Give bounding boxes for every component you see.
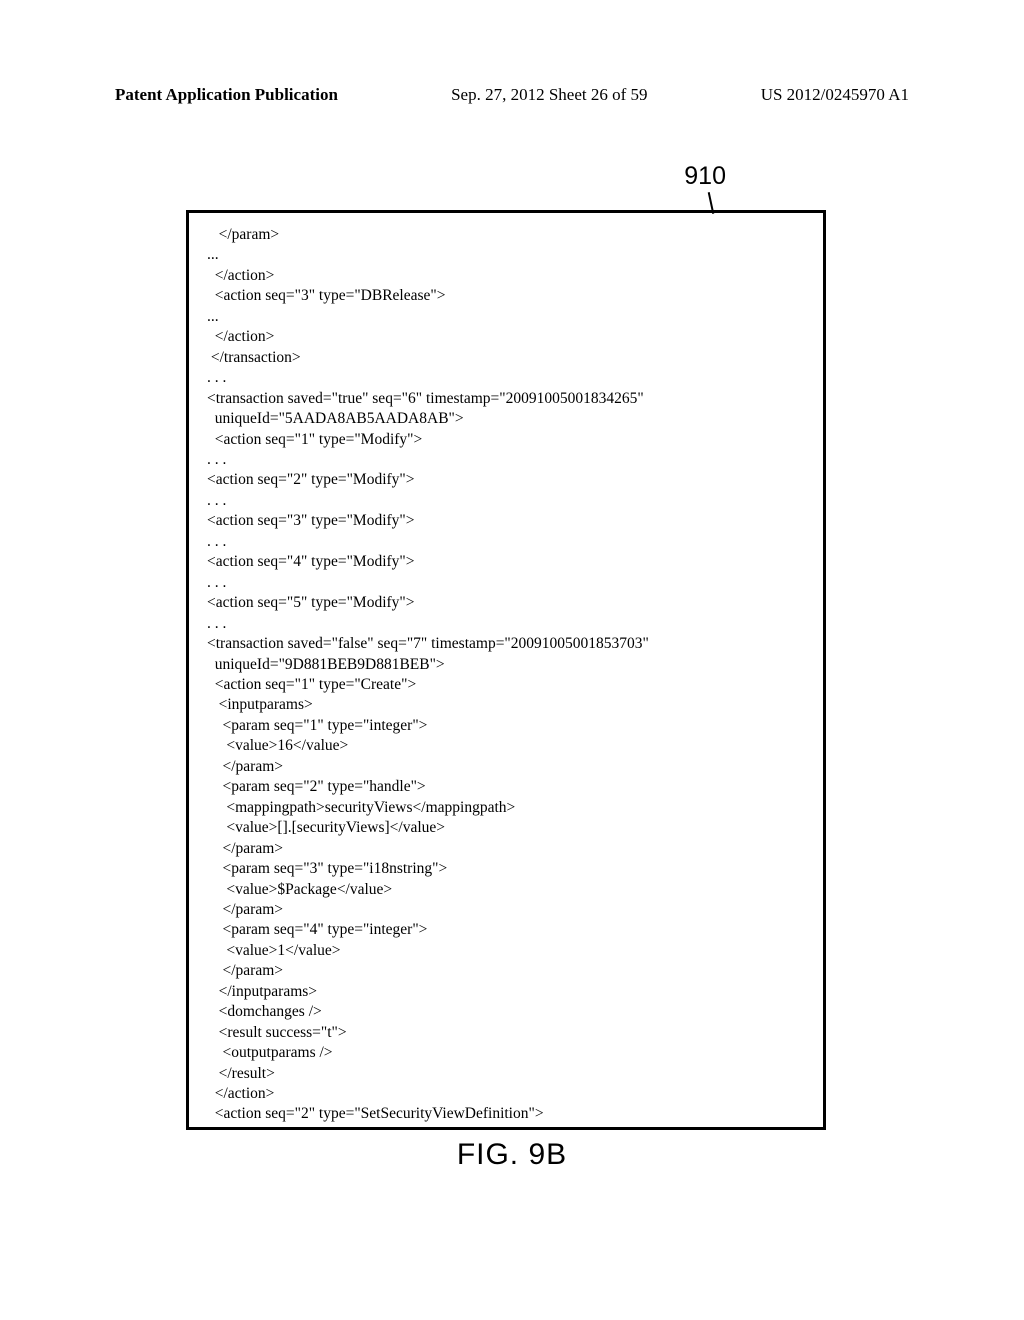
- figure-caption: FIG. 9B: [0, 1138, 1024, 1172]
- page-header: Patent Application Publication Sep. 27, …: [0, 0, 1024, 115]
- xml-code-listing: </param> ... </action> <action seq="3" t…: [186, 210, 826, 1130]
- header-left: Patent Application Publication: [115, 85, 338, 105]
- header-center: Sep. 27, 2012 Sheet 26 of 59: [451, 85, 647, 105]
- header-right: US 2012/0245970 A1: [761, 85, 909, 105]
- figure-reference-number: 910: [684, 162, 726, 191]
